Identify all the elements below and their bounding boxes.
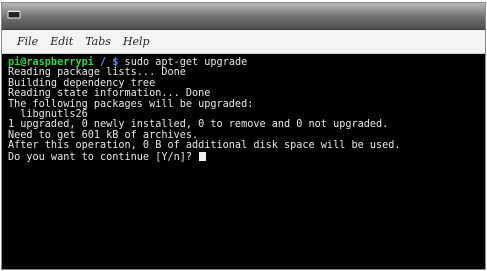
terminal-window: File Edit Tabs Help pi@raspberrypi / $ s… — [1, 2, 486, 270]
prompt-path: / $ — [93, 57, 119, 68]
output-line: After this operation, 0 B of additional … — [8, 140, 401, 152]
prompt-user: pi@raspberrypi — [8, 57, 94, 68]
menu-file[interactable]: File — [17, 35, 38, 48]
terminal-output[interactable]: pi@raspberrypi / $ sudo apt-get upgrade … — [2, 55, 485, 269]
menu-tabs[interactable]: Tabs — [85, 35, 111, 48]
confirm-prompt-line: Do you want to continue [Y/n]? — [8, 151, 485, 163]
command-text: sudo apt-get upgrade — [118, 57, 248, 68]
confirm-prompt-text: Do you want to continue [Y/n]? — [8, 151, 199, 163]
output-line: Reading state information... Done — [8, 88, 211, 100]
title-bar[interactable] — [2, 3, 485, 30]
terminal-window-icon — [7, 10, 21, 19]
text-cursor — [199, 151, 207, 161]
menu-bar: File Edit Tabs Help — [2, 30, 485, 54]
menu-edit[interactable]: Edit — [50, 35, 73, 48]
menu-help[interactable]: Help — [123, 35, 150, 48]
